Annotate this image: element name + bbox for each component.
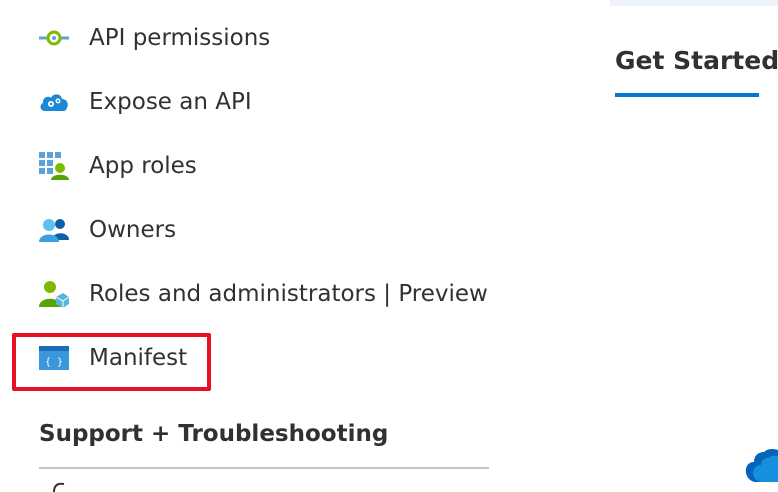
top-bar-strip (610, 0, 778, 6)
sidebar-item-label: App roles (89, 153, 197, 179)
cloud-icon (745, 448, 778, 482)
tab-label: Get Started (615, 46, 778, 75)
section-header-support: Support + Troubleshooting (39, 421, 389, 447)
sidebar-item-expose-api[interactable]: Expose an API (38, 82, 498, 122)
sidebar-item-label: Owners (89, 217, 177, 243)
api-permissions-icon (38, 22, 70, 54)
tab-get-started[interactable]: Get Started (615, 46, 778, 98)
sidebar-item-label: Roles and administrators | Preview (89, 281, 488, 307)
sidebar-item-label: Expose an API (89, 89, 252, 115)
sidebar-item-owners[interactable]: Owners (38, 210, 498, 250)
owners-icon (38, 214, 70, 246)
sidebar-item-app-roles[interactable]: App roles (38, 146, 498, 186)
tab-active-indicator (615, 93, 759, 97)
manifest-highlight-box (12, 333, 211, 391)
sidebar-item-label: API permissions (89, 25, 271, 51)
roles-admin-icon (38, 278, 70, 310)
partial-nav-icon (53, 482, 65, 492)
sidebar-item-api-permissions[interactable]: API permissions (38, 18, 498, 58)
app-roles-icon (38, 150, 70, 182)
section-divider (39, 467, 489, 469)
cloud-gear-icon (38, 86, 70, 118)
sidebar-item-roles-admins[interactable]: Roles and administrators | Preview (38, 274, 498, 314)
